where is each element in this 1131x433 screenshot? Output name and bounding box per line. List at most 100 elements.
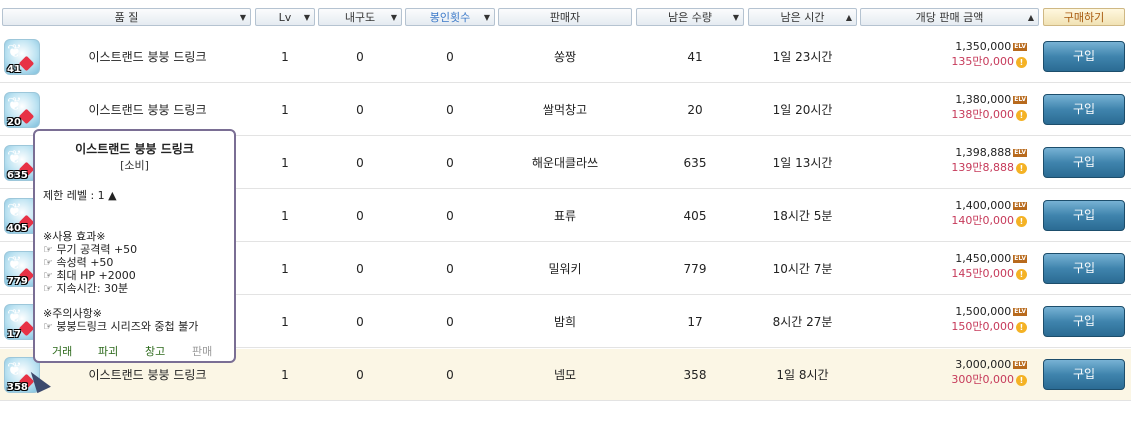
header-seal-count[interactable]: 봉인횟수 ▼ bbox=[405, 8, 495, 26]
item-remaining-time: 1일 13시간 bbox=[772, 156, 833, 170]
price-meso: 3,000,000 bbox=[955, 358, 1012, 371]
price-man: 300만0,000 bbox=[951, 373, 1014, 386]
buy-button[interactable]: 구입 bbox=[1043, 200, 1125, 231]
item-seal-count: 0 bbox=[446, 315, 454, 329]
item-durability: 0 bbox=[356, 315, 364, 329]
header-durability[interactable]: 내구도 ▼ bbox=[318, 8, 402, 26]
header-remaining-time[interactable]: 남은 시간 ▲ bbox=[748, 8, 857, 26]
item-seal-count: 0 bbox=[446, 262, 454, 276]
coin-icon: ! bbox=[1016, 109, 1027, 121]
dropdown-arrow-icon: ▼ bbox=[483, 13, 490, 22]
item-qty-badge: 405 bbox=[7, 223, 28, 234]
header-seller: 판매자 bbox=[498, 8, 632, 26]
item-lv: 1 bbox=[281, 103, 289, 117]
header-unit-price[interactable]: 개당 판매 금액 ▲ bbox=[860, 8, 1039, 26]
header-buy: 구매하기 bbox=[1043, 8, 1125, 26]
price-man: 140만0,000 bbox=[951, 214, 1014, 227]
price-meso: 1,398,888 bbox=[955, 146, 1012, 159]
header-lv-label: Lv bbox=[278, 11, 292, 24]
header-durability-label: 내구도 bbox=[344, 11, 376, 24]
tooltip-caution: ☞ 붕붕드링크 시리즈와 중첩 불가 bbox=[43, 320, 199, 333]
price-meso: 1,380,000 bbox=[955, 93, 1012, 106]
tooltip-effect: ☞ 지속시간: 30분 bbox=[43, 282, 129, 295]
item-price: 1,400,000 ELV 140만0,000! bbox=[951, 198, 1027, 228]
item-remaining-qty: 41 bbox=[687, 50, 703, 64]
item-lv: 1 bbox=[281, 209, 289, 223]
item-remaining-time: 18시간 5분 bbox=[772, 209, 833, 223]
coin-icon: ! bbox=[1016, 268, 1027, 280]
item-remaining-time: 8시간 27분 bbox=[772, 315, 833, 329]
meso-unit-icon: ELV bbox=[1013, 96, 1027, 104]
item-remaining-qty: 635 bbox=[683, 156, 707, 170]
header-remaining-time-label: 남은 시간 bbox=[780, 11, 825, 24]
buy-button[interactable]: 구입 bbox=[1043, 306, 1125, 337]
item-icon[interactable]: ❦ 20 bbox=[4, 92, 40, 128]
coin-icon: ! bbox=[1016, 215, 1027, 227]
meso-unit-icon: ELV bbox=[1013, 43, 1027, 51]
price-meso: 1,400,000 bbox=[955, 199, 1012, 212]
buy-button[interactable]: 구입 bbox=[1043, 359, 1125, 390]
tooltip-effect: ☞ 속성력 +50 bbox=[43, 256, 114, 269]
item-qty-badge: 779 bbox=[7, 276, 28, 287]
item-seal-count: 0 bbox=[446, 209, 454, 223]
item-remaining-qty: 358 bbox=[683, 368, 707, 382]
wing-icon: ❦ bbox=[7, 306, 23, 327]
coin-icon: ! bbox=[1016, 162, 1027, 174]
item-remaining-time: 1일 20시간 bbox=[772, 103, 833, 117]
tooltip-effect: ☞ 최대 HP +2000 bbox=[43, 269, 136, 282]
item-remaining-time: 1일 23시간 bbox=[772, 50, 833, 64]
wing-icon: ❦ bbox=[7, 94, 23, 115]
header-quality-label: 품 질 bbox=[114, 11, 139, 24]
coin-icon: ! bbox=[1016, 321, 1027, 333]
item-seal-count: 0 bbox=[446, 156, 454, 170]
item-seller: 쏭짱 bbox=[553, 50, 577, 64]
item-lv: 1 bbox=[281, 315, 289, 329]
price-man: 139만8,888 bbox=[951, 161, 1014, 174]
header-lv[interactable]: Lv ▼ bbox=[255, 8, 315, 26]
header-remaining-qty-label: 남은 수량 bbox=[668, 11, 712, 24]
tooltip-caution-title: ※주의사항※ bbox=[43, 307, 102, 320]
item-qty-badge: 358 bbox=[7, 382, 28, 393]
item-price: 3,000,000 ELV 300만0,000! bbox=[951, 357, 1027, 387]
price-meso: 1,450,000 bbox=[955, 252, 1012, 265]
item-icon[interactable]: ❦ 41 bbox=[4, 39, 40, 75]
dropdown-arrow-icon: ▼ bbox=[303, 13, 310, 22]
meso-unit-icon: ELV bbox=[1013, 149, 1027, 157]
item-durability: 0 bbox=[356, 262, 364, 276]
item-qty-badge: 41 bbox=[7, 64, 21, 75]
item-remaining-qty: 779 bbox=[683, 262, 707, 276]
header-seller-label: 판매자 bbox=[549, 11, 581, 24]
tooltip-action-destroy[interactable]: 파괴 bbox=[98, 343, 118, 359]
header-remaining-qty[interactable]: 남은 수량 ▼ bbox=[636, 8, 744, 26]
item-durability: 0 bbox=[356, 50, 364, 64]
item-price: 1,398,888 ELV 139만8,888! bbox=[951, 145, 1027, 175]
item-price: 1,500,000 ELV 150만0,000! bbox=[951, 304, 1027, 334]
item-remaining-qty: 405 bbox=[683, 209, 707, 223]
buy-button[interactable]: 구입 bbox=[1043, 41, 1125, 72]
item-remaining-time: 10시간 7분 bbox=[772, 262, 833, 276]
item-durability: 0 bbox=[356, 368, 364, 382]
header-seal-count-label: 봉인횟수 bbox=[429, 11, 471, 24]
tooltip-action-sell: 판매 bbox=[192, 345, 213, 358]
dropdown-arrow-icon: ▼ bbox=[239, 13, 246, 22]
item-lv: 1 bbox=[281, 50, 289, 64]
item-seller: 표류 bbox=[553, 209, 577, 223]
header-quality[interactable]: 품 질 ▼ bbox=[2, 8, 251, 26]
price-meso: 1,350,000 bbox=[955, 40, 1012, 53]
tooltip-action-storage[interactable]: 창고 bbox=[145, 343, 165, 359]
price-man: 145만0,000 bbox=[951, 267, 1014, 280]
item-seller: 밀워키 bbox=[548, 262, 582, 276]
wing-icon: ❦ bbox=[7, 41, 23, 62]
item-remaining-qty: 17 bbox=[687, 315, 703, 329]
price-man: 138만0,000 bbox=[951, 108, 1014, 121]
wing-icon: ❦ bbox=[7, 253, 23, 274]
item-seller: 쌀먹창고 bbox=[542, 103, 588, 117]
item-lv: 1 bbox=[281, 368, 289, 382]
item-durability: 0 bbox=[356, 103, 364, 117]
tooltip-action-trade[interactable]: 거래 bbox=[52, 343, 72, 359]
buy-button[interactable]: 구입 bbox=[1043, 253, 1125, 284]
buy-button[interactable]: 구입 bbox=[1043, 147, 1125, 178]
sort-up-arrow-icon: ▲ bbox=[1027, 13, 1034, 22]
wing-icon: ❦ bbox=[7, 200, 23, 221]
buy-button[interactable]: 구입 bbox=[1043, 94, 1125, 125]
